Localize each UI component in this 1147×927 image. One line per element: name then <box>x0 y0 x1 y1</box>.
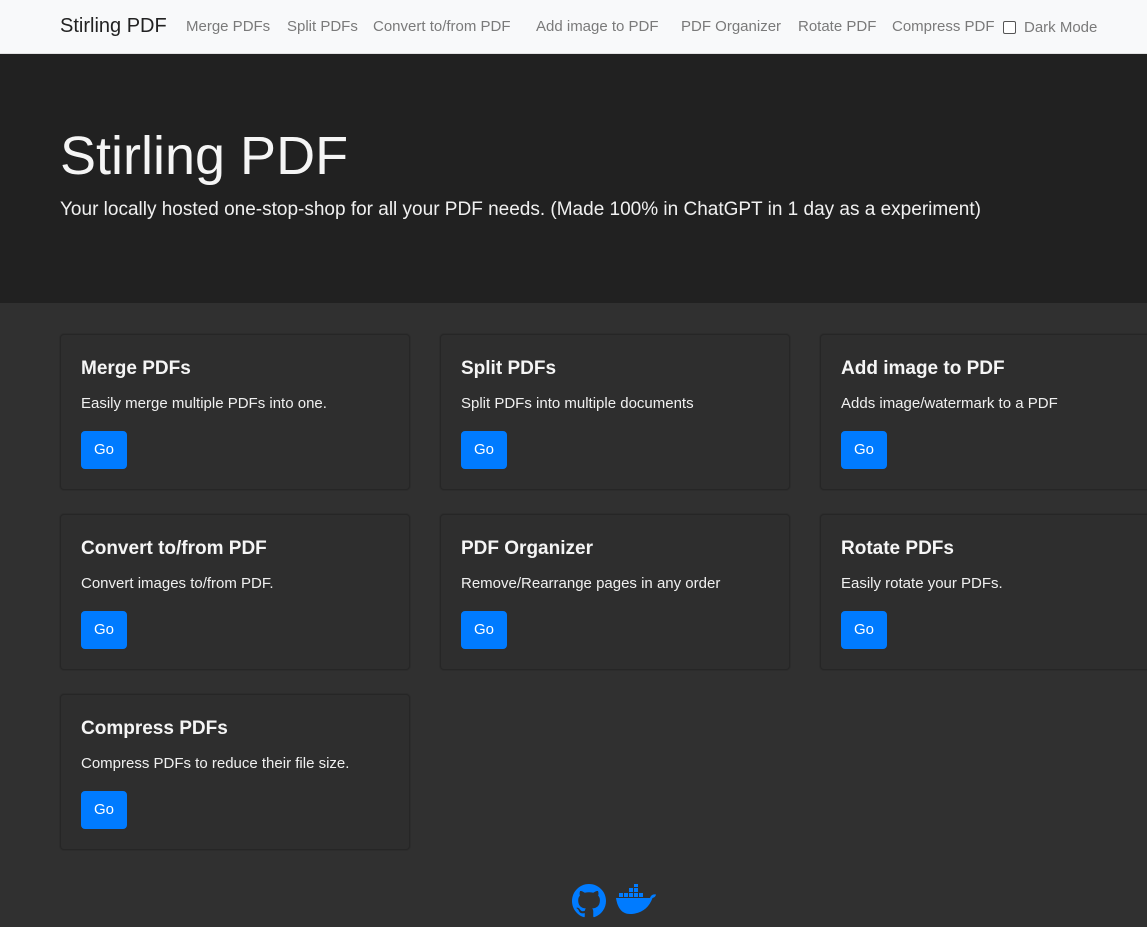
card-title: Merge PDFs <box>81 358 191 379</box>
pdf-organizer-go-button[interactable]: Go <box>461 611 507 649</box>
card-split-pdfs: Split PDFs Split PDFs into multiple docu… <box>440 334 790 490</box>
add-image-go-button[interactable]: Go <box>841 431 887 469</box>
compress-pdfs-go-button[interactable]: Go <box>81 791 127 829</box>
nav-link-convert[interactable]: Convert to/from PDF <box>373 17 511 37</box>
split-pdfs-go-button[interactable]: Go <box>461 431 507 469</box>
card-title: Split PDFs <box>461 358 557 379</box>
card-add-image: Add image to PDF Adds image/watermark to… <box>820 334 1147 490</box>
navbar-brand[interactable]: Stirling PDF <box>60 14 167 38</box>
hero-title: Stirling PDF <box>60 126 349 186</box>
docker-icon[interactable] <box>614 884 658 923</box>
card-description: Remove/Rearrange pages in any order <box>461 575 721 592</box>
dark-mode-checkbox[interactable] <box>1003 20 1016 34</box>
top-navbar: Stirling PDF Merge PDFs Split PDFs Conve… <box>0 0 1147 54</box>
card-title: Compress PDFs <box>81 718 228 739</box>
card-description: Adds image/watermark to a PDF <box>841 395 1058 412</box>
card-convert-pdf: Convert to/from PDF Convert images to/fr… <box>60 514 410 670</box>
card-compress-pdfs: Compress PDFs Compress PDFs to reduce th… <box>60 694 410 850</box>
card-rotate-pdfs: Rotate PDFs Easily rotate your PDFs. Go <box>820 514 1147 670</box>
dark-mode-toggle[interactable]: Dark Mode <box>1003 17 1097 37</box>
github-icon[interactable] <box>572 884 606 923</box>
nav-link-add-image[interactable]: Add image to PDF <box>536 17 659 37</box>
card-pdf-organizer: PDF Organizer Remove/Rearrange pages in … <box>440 514 790 670</box>
card-merge-pdfs: Merge PDFs Easily merge multiple PDFs in… <box>60 334 410 490</box>
dark-mode-label: Dark Mode <box>1024 18 1098 36</box>
nav-link-split-pdfs[interactable]: Split PDFs <box>287 17 358 37</box>
nav-link-merge-pdfs[interactable]: Merge PDFs <box>186 17 270 37</box>
merge-pdfs-go-button[interactable]: Go <box>81 431 127 469</box>
card-description: Split PDFs into multiple documents <box>461 395 694 412</box>
nav-link-compress-pdf[interactable]: Compress PDF <box>892 17 995 37</box>
hero-banner: Stirling PDF Your locally hosted one-sto… <box>0 54 1147 303</box>
hero-subtitle: Your locally hosted one-stop-shop for al… <box>60 199 981 220</box>
rotate-pdfs-go-button[interactable]: Go <box>841 611 887 649</box>
card-title: Convert to/from PDF <box>81 538 267 559</box>
card-title: Add image to PDF <box>841 358 1005 379</box>
card-description: Compress PDFs to reduce their file size. <box>81 755 350 772</box>
nav-link-rotate-pdf[interactable]: Rotate PDF <box>798 17 876 37</box>
card-title: PDF Organizer <box>461 538 593 559</box>
card-description: Easily merge multiple PDFs into one. <box>81 395 327 412</box>
card-title: Rotate PDFs <box>841 538 954 559</box>
card-description: Convert images to/from PDF. <box>81 575 274 592</box>
nav-link-pdf-organizer[interactable]: PDF Organizer <box>681 17 781 37</box>
convert-pdf-go-button[interactable]: Go <box>81 611 127 649</box>
card-description: Easily rotate your PDFs. <box>841 575 1003 592</box>
